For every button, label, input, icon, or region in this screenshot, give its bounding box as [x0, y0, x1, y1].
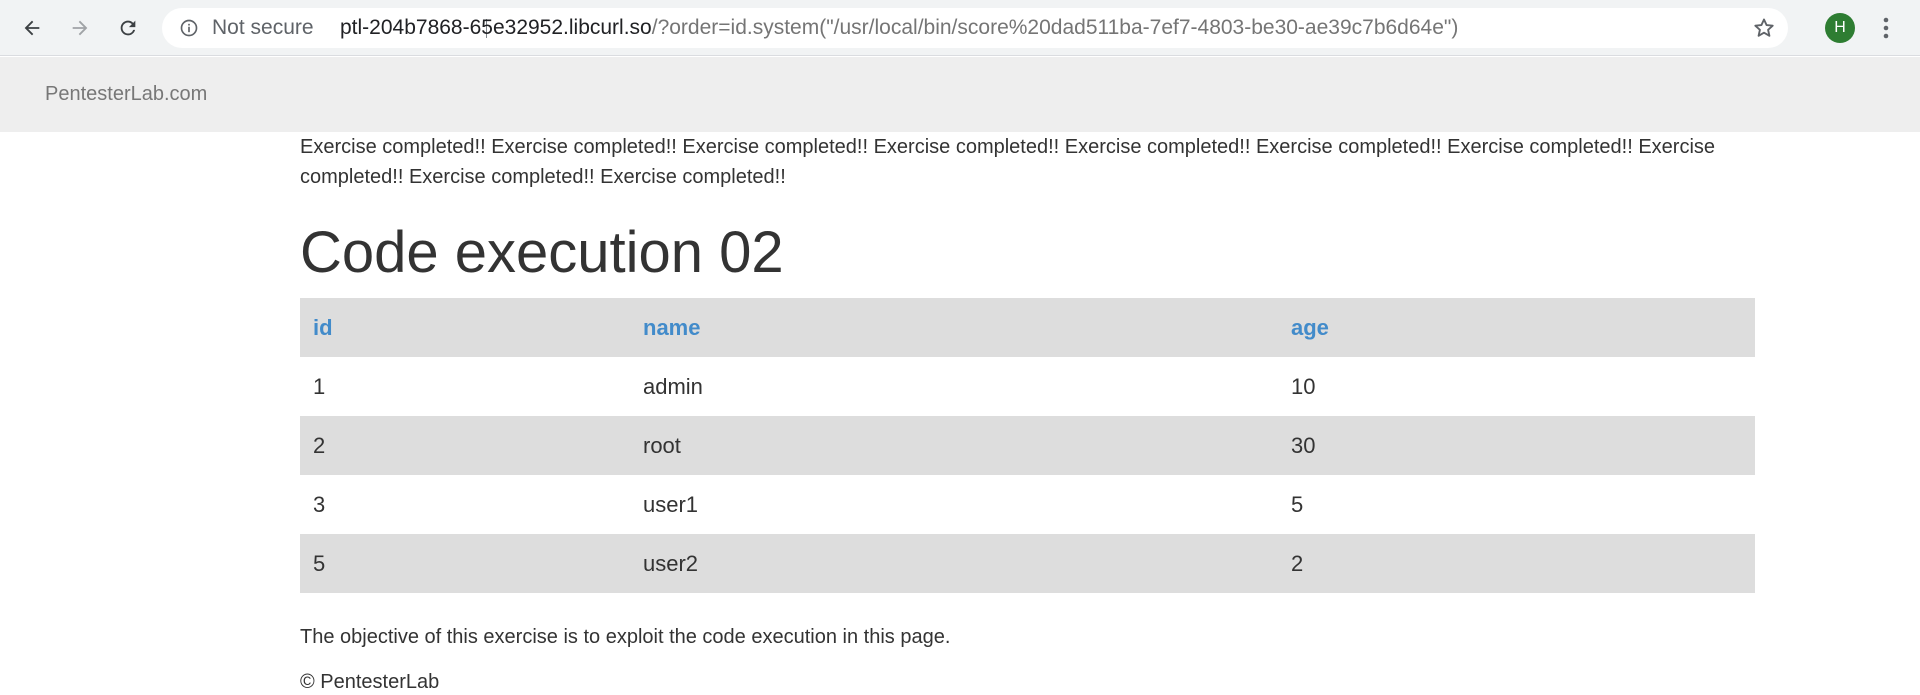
column-header-id: id	[300, 298, 630, 357]
url-text[interactable]: ptl-204b7868-65e32952.libcurl.so/?order=…	[340, 8, 1458, 48]
browser-toolbar: Not secure ptl-204b7868-65e32952.libcurl…	[0, 0, 1920, 56]
footer-copyright: © PentesterLab	[300, 671, 440, 693]
objective-text: The objective of this exercise is to exp…	[300, 626, 951, 648]
cell-id: 3	[313, 491, 326, 517]
cell-age: 5	[1291, 491, 1304, 517]
cell-age: 10	[1291, 373, 1316, 399]
column-header-name: name	[630, 298, 1278, 357]
arrow-right-icon	[72, 20, 88, 36]
cell-name: root	[643, 432, 681, 458]
sort-by-name-link[interactable]: name	[643, 315, 700, 340]
main-content: Exercise completed!! Exercise completed!…	[300, 132, 1755, 695]
reload-icon	[120, 20, 136, 36]
forward-button[interactable]	[62, 10, 98, 46]
sort-by-id-link[interactable]: id	[313, 315, 333, 340]
arrow-left-icon	[24, 20, 40, 36]
cell-name: user1	[643, 491, 699, 517]
table-header-row: id name age	[300, 298, 1755, 357]
reload-button[interactable]	[110, 10, 146, 46]
cell-age: 2	[1291, 550, 1304, 576]
table-row: 5 user2 2	[300, 534, 1755, 593]
brand-link[interactable]: PentesterLab.com	[45, 57, 207, 132]
completion-banner: Exercise completed!! Exercise completed!…	[300, 136, 1716, 188]
info-icon[interactable]	[179, 18, 199, 38]
url-host: ptl-204b7868-65e32952.libcurl.so	[340, 16, 652, 39]
address-bar[interactable]: Not secure ptl-204b7868-65e32952.libcurl…	[162, 8, 1788, 48]
cell-id: 2	[313, 432, 326, 458]
table-row: 2 root 30	[300, 416, 1755, 475]
cell-age: 30	[1291, 432, 1316, 458]
cell-id: 1	[313, 373, 326, 399]
column-header-age: age	[1278, 298, 1755, 357]
back-button[interactable]	[14, 10, 50, 46]
cell-name: user2	[643, 550, 699, 576]
page-title: Code execution 02	[300, 220, 784, 285]
table-row: 3 user1 5	[300, 475, 1755, 534]
table-row: 1 admin 10	[300, 357, 1755, 416]
browser-menu-button[interactable]	[1874, 12, 1898, 44]
kebab-menu-icon	[1883, 17, 1889, 39]
cell-id: 5	[313, 550, 326, 576]
sort-by-age-link[interactable]: age	[1291, 315, 1329, 340]
profile-avatar[interactable]: H	[1825, 13, 1855, 43]
site-navbar: PentesterLab.com	[0, 57, 1920, 132]
security-status[interactable]: Not secure	[212, 8, 314, 48]
star-icon[interactable]	[1752, 16, 1776, 40]
users-table: id name age 1 admin 10 2 root 30 3 user1…	[300, 298, 1755, 593]
cell-name: admin	[643, 373, 703, 399]
url-path: /?order=id.system("/usr/local/bin/score%…	[651, 16, 1459, 39]
